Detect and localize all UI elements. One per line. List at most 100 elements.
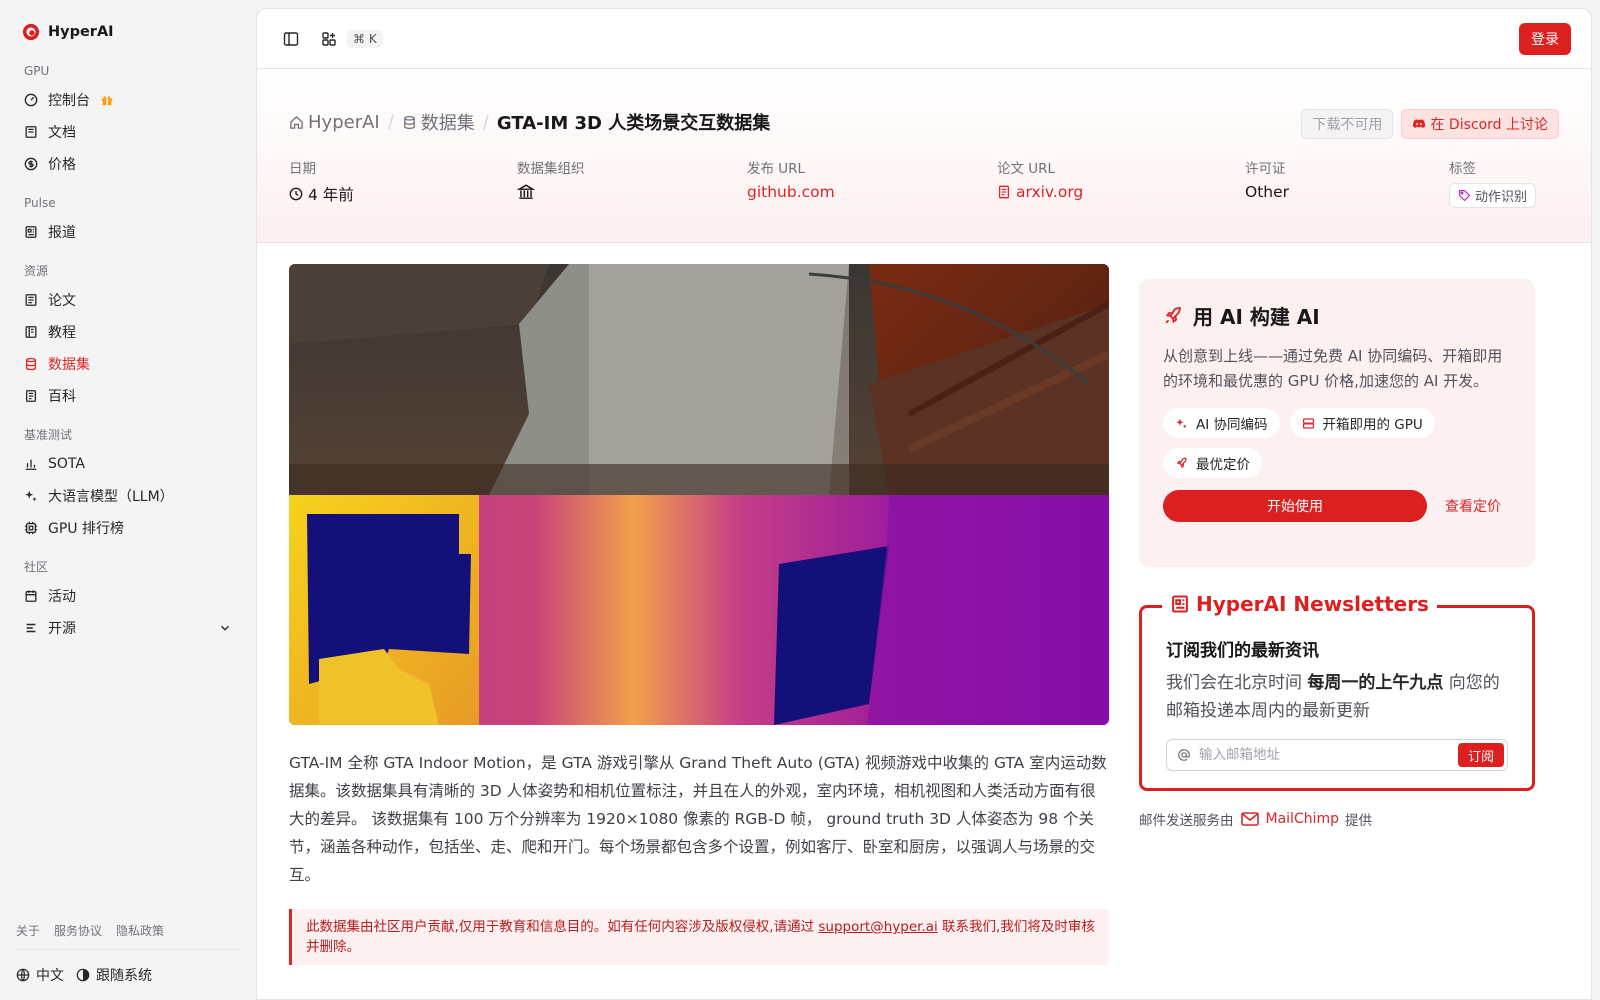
- sidebar-item-tutorials[interactable]: 教程: [16, 316, 240, 348]
- dataset-meta: 日期 4 年前 数据集组织 发布 URL github.com 论文 URL a…: [289, 157, 1559, 208]
- sidebar-item-wiki[interactable]: 百科: [16, 380, 240, 412]
- breadcrumb-home[interactable]: HyperAI: [289, 112, 380, 133]
- feature-chip-label: 最优定价: [1196, 457, 1250, 473]
- sidebar-item-console[interactable]: 控制台: [16, 84, 240, 116]
- gift-icon: [101, 96, 113, 106]
- sidebar-item-label: GPU 排行榜: [48, 521, 124, 537]
- toggle-sidebar-button[interactable]: [275, 23, 307, 55]
- promo-title-text: 用 AI 构建 AI: [1193, 305, 1320, 329]
- hyperai-logo-icon: [22, 23, 40, 41]
- meta-license: 许可证 Other: [1245, 157, 1289, 201]
- provider-text-after: 提供: [1345, 813, 1372, 829]
- breadcrumb-separator: /: [482, 111, 489, 133]
- sidebar-item-llm[interactable]: 大语言模型（LLM）: [16, 480, 240, 512]
- sidebar: HyperAI GPU 控制台 文档 价格 Pulse 报道 资源 论文 教程 …: [0, 0, 256, 1000]
- brand[interactable]: HyperAI: [16, 16, 240, 48]
- sparkles-icon: [1176, 418, 1187, 428]
- meta-release-url: 发布 URL github.com: [747, 157, 835, 201]
- meta-date-text: 4 年前: [308, 186, 354, 204]
- database-icon: [403, 115, 415, 129]
- meta-paper-url: 论文 URL arxiv.org: [997, 157, 1083, 201]
- language-switcher[interactable]: 中文: [16, 965, 64, 985]
- newsletter-heading: 订阅我们的最新资讯: [1166, 641, 1319, 661]
- mailchimp-link[interactable]: MailChimp: [1266, 811, 1340, 827]
- sidebar-item-label: 活动: [48, 589, 76, 605]
- download-unavailable-button[interactable]: 下载不可用: [1301, 109, 1394, 139]
- contrast-icon: [76, 968, 90, 982]
- sidebar-item-events[interactable]: 活动: [16, 580, 240, 612]
- sidebar-item-sota[interactable]: SOTA: [16, 448, 240, 480]
- nav-group-label: GPU: [24, 64, 50, 78]
- meta-tags-value: 动作识别: [1449, 183, 1537, 208]
- meta-tags-label: 标签: [1449, 161, 1476, 177]
- clock-icon: [289, 187, 303, 201]
- footer-link-terms[interactable]: 服务协议: [54, 922, 102, 939]
- nav-group-community: 社区 活动 开源: [16, 558, 240, 644]
- sidebar-item-label: 报道: [48, 225, 76, 241]
- view-pricing-link[interactable]: 查看定价: [1445, 496, 1501, 516]
- sidebar-item-gpu-leaderboard[interactable]: GPU 排行榜: [16, 512, 240, 544]
- dataset-description: GTA-IM 全称 GTA Indoor Motion，是 GTA 游戏引擎从 …: [289, 754, 1107, 884]
- sidebar-item-papers[interactable]: 论文: [16, 284, 240, 316]
- discord-icon: [1413, 119, 1426, 128]
- sidebar-item-label: 文档: [48, 125, 76, 141]
- theme-switcher[interactable]: 跟随系统: [76, 965, 152, 985]
- sparkles-icon: [25, 490, 37, 502]
- dataset-preview-illustration: [289, 264, 1109, 725]
- meta-org-value: [517, 183, 585, 201]
- command-menu-button[interactable]: [313, 23, 345, 55]
- promo-card: 用 AI 构建 AI 从创意到上线——通过免费 AI 协同编码、开箱即用的环境和…: [1139, 279, 1535, 567]
- sidebar-item-reports[interactable]: 报道: [16, 216, 240, 248]
- release-url-link[interactable]: github.com: [747, 183, 835, 201]
- sidebar-toggle-icon: [283, 31, 299, 46]
- sidebar-footer: 关于 服务协议 隐私政策 中文 跟随系统: [16, 922, 240, 1000]
- dataset-preview-image: [289, 264, 1109, 725]
- feature-chip-copilot: AI 协同编码: [1163, 408, 1280, 438]
- discord-discuss-button[interactable]: 在 Discord 上讨论: [1401, 109, 1559, 139]
- footer-link-about[interactable]: 关于: [16, 922, 40, 939]
- paper-url-link[interactable]: arxiv.org: [997, 183, 1083, 201]
- theme-label: 跟随系统: [96, 968, 152, 984]
- support-email-link[interactable]: support@hyper.ai: [818, 919, 937, 935]
- footer-links: 关于 服务协议 隐私政策: [16, 922, 240, 950]
- newsletter-title-text: HyperAI Newsletters: [1196, 592, 1429, 616]
- sidebar-item-label: 大语言模型（LLM）: [48, 489, 174, 505]
- chevron-down-icon[interactable]: [218, 621, 232, 635]
- nav-group-gpu: GPU 控制台 文档 价格: [16, 62, 240, 180]
- feature-chip-pricing: 最优定价: [1163, 448, 1262, 478]
- main-panel: ⌘ K 登录 HyperAI / 数据集 / GTA-IM 3D 人类场景交互数…: [256, 8, 1592, 1000]
- breadcrumb-datasets[interactable]: 数据集: [402, 109, 475, 135]
- get-started-button[interactable]: 开始使用: [1163, 490, 1427, 522]
- nav-group-resources: 资源 论文 教程 数据集 百科: [16, 262, 240, 412]
- email-input[interactable]: [1199, 747, 1458, 763]
- feature-chip-label: 开箱即用的 GPU: [1322, 417, 1423, 433]
- command-shortcut: ⌘ K: [347, 29, 383, 48]
- rocket-icon: [1165, 306, 1181, 324]
- globe-icon: [16, 968, 30, 982]
- sidebar-item-pricing[interactable]: 价格: [16, 148, 240, 180]
- meta-tags: 标签 动作识别: [1449, 157, 1537, 208]
- footer-link-privacy[interactable]: 隐私政策: [116, 922, 164, 939]
- sidebar-item-datasets[interactable]: 数据集: [16, 348, 240, 380]
- meta-date-label: 日期: [289, 161, 316, 177]
- at-sign-icon: [1178, 749, 1190, 761]
- gauge-icon: [24, 93, 38, 107]
- sidebar-item-docs[interactable]: 文档: [16, 116, 240, 148]
- footer-settings: 中文 跟随系统: [16, 950, 240, 1000]
- newsletter-title: HyperAI Newsletters: [1162, 592, 1437, 616]
- nav-group-label: Pulse: [24, 196, 56, 210]
- sidebar-item-label: 控制台: [48, 93, 90, 109]
- notice-text-before: 此数据集由社区用户贡献,仅用于教育和信息目的。如有任何内容涉及版权侵权,请通过: [306, 919, 819, 935]
- breadcrumb-datasets-label: 数据集: [420, 113, 475, 134]
- sidebar-item-open-source[interactable]: 开源: [16, 612, 240, 644]
- tag-badge[interactable]: 动作识别: [1449, 183, 1537, 208]
- meta-license-value: Other: [1245, 183, 1290, 201]
- sidebar-item-label: 数据集: [48, 357, 90, 373]
- document-icon: [998, 185, 1010, 199]
- rocket-icon: [1176, 457, 1187, 468]
- promo-features: AI 协同编码 开箱即用的 GPU 最优定价: [1163, 408, 1511, 478]
- nav-group-label: 资源: [24, 264, 49, 278]
- subscribe-button[interactable]: 订阅: [1457, 743, 1504, 767]
- login-button[interactable]: 登录: [1519, 22, 1571, 55]
- sidebar-item-label: 教程: [48, 325, 76, 341]
